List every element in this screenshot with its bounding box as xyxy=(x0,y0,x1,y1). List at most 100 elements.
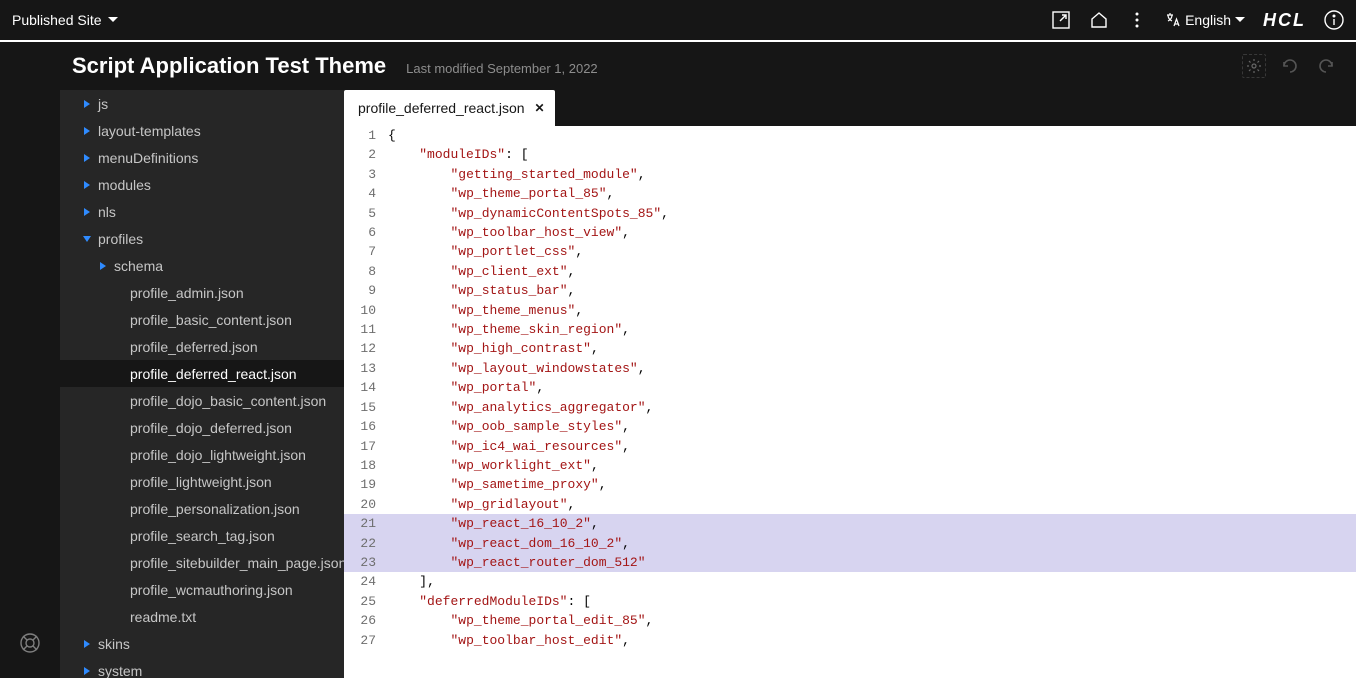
code-text[interactable]: "wp_theme_menus", xyxy=(388,301,583,320)
code-line[interactable]: 19 "wp_sametime_proxy", xyxy=(344,475,1356,494)
code-line[interactable]: 6 "wp_toolbar_host_view", xyxy=(344,223,1356,242)
code-line[interactable]: 27 "wp_toolbar_host_edit", xyxy=(344,631,1356,650)
line-number: 25 xyxy=(344,592,388,611)
code-text[interactable]: "deferredModuleIDs": [ xyxy=(388,592,591,611)
code-line[interactable]: 9 "wp_status_bar", xyxy=(344,281,1356,300)
code-text[interactable]: "wp_client_ext", xyxy=(388,262,575,281)
code-line[interactable]: 2 "moduleIDs": [ xyxy=(344,145,1356,164)
tree-folder-nls[interactable]: nls xyxy=(60,198,344,225)
kebab-menu-icon[interactable] xyxy=(1127,10,1147,30)
page-title: Script Application Test Theme xyxy=(72,53,386,79)
code-text[interactable]: "wp_react_dom_16_10_2", xyxy=(388,534,630,553)
tree-file-profile-dojo-deferred[interactable]: profile_dojo_deferred.json xyxy=(60,414,344,441)
code-line[interactable]: 10 "wp_theme_menus", xyxy=(344,301,1356,320)
code-text[interactable]: "wp_status_bar", xyxy=(388,281,575,300)
last-modified: Last modified September 1, 2022 xyxy=(406,61,598,76)
redo-icon[interactable] xyxy=(1314,54,1338,78)
code-text[interactable]: "wp_worklight_ext", xyxy=(388,456,599,475)
tree-label: schema xyxy=(114,258,163,274)
code-line[interactable]: 14 "wp_portal", xyxy=(344,378,1356,397)
code-line[interactable]: 17 "wp_ic4_wai_resources", xyxy=(344,437,1356,456)
code-area[interactable]: 1{2 "moduleIDs": [3 "getting_started_mod… xyxy=(344,126,1356,678)
tree-folder-system[interactable]: system xyxy=(60,657,344,678)
code-text[interactable]: "wp_toolbar_host_view", xyxy=(388,223,630,242)
code-text[interactable]: "wp_dynamicContentSpots_85", xyxy=(388,204,669,223)
code-line[interactable]: 26 "wp_theme_portal_edit_85", xyxy=(344,611,1356,630)
code-line[interactable]: 20 "wp_gridlayout", xyxy=(344,495,1356,514)
language-selector[interactable]: English xyxy=(1165,12,1245,28)
tree-file-profile-wcmauthoring[interactable]: profile_wcmauthoring.json xyxy=(60,576,344,603)
code-line[interactable]: 12 "wp_high_contrast", xyxy=(344,339,1356,358)
lifebuoy-icon[interactable] xyxy=(19,632,41,654)
code-text[interactable]: "wp_theme_portal_edit_85", xyxy=(388,611,653,630)
code-line[interactable]: 16 "wp_oob_sample_styles", xyxy=(344,417,1356,436)
code-line[interactable]: 7 "wp_portlet_css", xyxy=(344,242,1356,261)
code-line[interactable]: 15 "wp_analytics_aggregator", xyxy=(344,398,1356,417)
tree-file-profile-personalization[interactable]: profile_personalization.json xyxy=(60,495,344,522)
code-line[interactable]: 13 "wp_layout_windowstates", xyxy=(344,359,1356,378)
code-line[interactable]: 8 "wp_client_ext", xyxy=(344,262,1356,281)
subheader: Script Application Test Theme Last modif… xyxy=(0,42,1356,90)
tree-folder-js[interactable]: js xyxy=(60,90,344,117)
tree-folder-schema[interactable]: schema xyxy=(60,252,344,279)
tree-file-profile-dojo-basic-content[interactable]: profile_dojo_basic_content.json xyxy=(60,387,344,414)
tree-file-profile-admin[interactable]: profile_admin.json xyxy=(60,279,344,306)
line-number: 26 xyxy=(344,611,388,630)
code-line[interactable]: 23 "wp_react_router_dom_512" xyxy=(344,553,1356,572)
code-line[interactable]: 18 "wp_worklight_ext", xyxy=(344,456,1356,475)
code-line[interactable]: 24 ], xyxy=(344,572,1356,591)
line-number: 23 xyxy=(344,553,388,572)
code-text[interactable]: "wp_sametime_proxy", xyxy=(388,475,607,494)
code-text[interactable]: { xyxy=(388,126,396,145)
code-line[interactable]: 22 "wp_react_dom_16_10_2", xyxy=(344,534,1356,553)
code-text[interactable]: "wp_portal", xyxy=(388,378,544,397)
code-text[interactable]: "wp_high_contrast", xyxy=(388,339,599,358)
close-icon[interactable]: ✕ xyxy=(535,101,545,115)
code-line[interactable]: 11 "wp_theme_skin_region", xyxy=(344,320,1356,339)
info-icon[interactable] xyxy=(1324,10,1344,30)
tree-folder-modules[interactable]: modules xyxy=(60,171,344,198)
code-text[interactable]: "wp_oob_sample_styles", xyxy=(388,417,630,436)
launch-icon[interactable] xyxy=(1051,10,1071,30)
tree-folder-skins[interactable]: skins xyxy=(60,630,344,657)
code-text[interactable]: "wp_react_router_dom_512" xyxy=(388,553,646,572)
code-line[interactable]: 1{ xyxy=(344,126,1356,145)
tree-file-readme[interactable]: readme.txt xyxy=(60,603,344,630)
code-line[interactable]: 3 "getting_started_module", xyxy=(344,165,1356,184)
tree-label: profiles xyxy=(98,231,143,247)
code-text[interactable]: ], xyxy=(388,572,435,591)
tree-folder-layout-templates[interactable]: layout-templates xyxy=(60,117,344,144)
code-line[interactable]: 21 "wp_react_16_10_2", xyxy=(344,514,1356,533)
tree-file-profile-basic-content[interactable]: profile_basic_content.json xyxy=(60,306,344,333)
code-text[interactable]: "wp_portlet_css", xyxy=(388,242,583,261)
code-text[interactable]: "wp_layout_windowstates", xyxy=(388,359,646,378)
home-icon[interactable] xyxy=(1089,10,1109,30)
settings-icon[interactable] xyxy=(1242,54,1266,78)
tree-file-profile-lightweight[interactable]: profile_lightweight.json xyxy=(60,468,344,495)
code-text[interactable]: "getting_started_module", xyxy=(388,165,646,184)
code-line[interactable]: 4 "wp_theme_portal_85", xyxy=(344,184,1356,203)
code-text[interactable]: "wp_toolbar_host_edit", xyxy=(388,631,630,650)
file-tree[interactable]: js layout-templates menuDefinitions modu… xyxy=(60,90,344,678)
undo-icon[interactable] xyxy=(1278,54,1302,78)
tree-folder-profiles[interactable]: profiles xyxy=(60,225,344,252)
code-text[interactable]: "moduleIDs": [ xyxy=(388,145,529,164)
line-number: 10 xyxy=(344,301,388,320)
code-text[interactable]: "wp_gridlayout", xyxy=(388,495,575,514)
tab-active[interactable]: profile_deferred_react.json ✕ xyxy=(344,90,555,126)
code-line[interactable]: 5 "wp_dynamicContentSpots_85", xyxy=(344,204,1356,223)
tree-file-profile-deferred[interactable]: profile_deferred.json xyxy=(60,333,344,360)
tree-folder-menudefinitions[interactable]: menuDefinitions xyxy=(60,144,344,171)
code-text[interactable]: "wp_theme_portal_85", xyxy=(388,184,614,203)
code-text[interactable]: "wp_analytics_aggregator", xyxy=(388,398,653,417)
code-text[interactable]: "wp_react_16_10_2", xyxy=(388,514,599,533)
tree-file-profile-deferred-react[interactable]: profile_deferred_react.json xyxy=(60,360,344,387)
tree-file-profile-search-tag[interactable]: profile_search_tag.json xyxy=(60,522,344,549)
code-text[interactable]: "wp_ic4_wai_resources", xyxy=(388,437,630,456)
code-text[interactable]: "wp_theme_skin_region", xyxy=(388,320,630,339)
site-dropdown[interactable]: Published Site xyxy=(12,12,118,28)
tree-file-profile-dojo-lightweight[interactable]: profile_dojo_lightweight.json xyxy=(60,441,344,468)
tree-file-profile-sitebuilder-main-page[interactable]: profile_sitebuilder_main_page.json xyxy=(60,549,344,576)
brand-logo: HCL xyxy=(1263,10,1306,31)
code-line[interactable]: 25 "deferredModuleIDs": [ xyxy=(344,592,1356,611)
